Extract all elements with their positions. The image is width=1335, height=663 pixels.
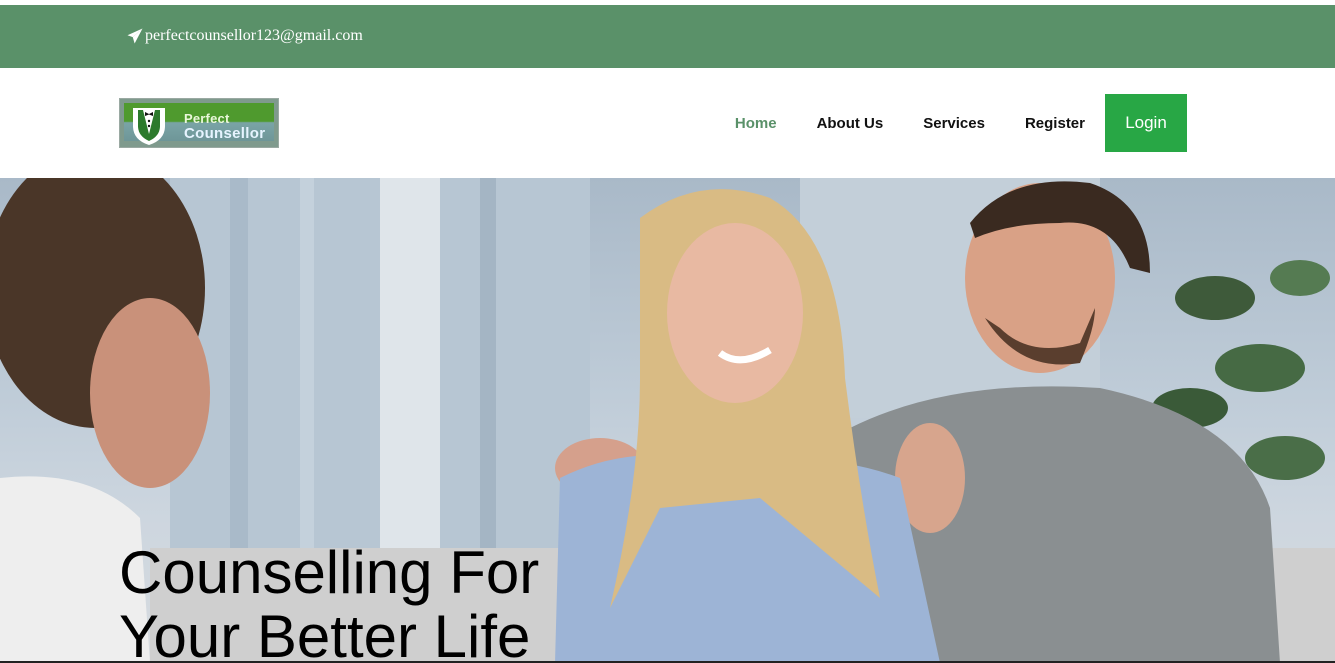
hero-heading: Counselling For Your Better Life <box>119 541 539 663</box>
paper-plane-icon <box>127 28 143 44</box>
nav-link-register[interactable]: Register <box>1025 115 1085 132</box>
nav-link-services[interactable]: Services <box>923 115 985 132</box>
nav-link-about-us[interactable]: About Us <box>817 115 884 132</box>
site-logo[interactable]: Perfect Counsellor <box>119 98 279 148</box>
logo-panel: Perfect Counsellor <box>124 103 274 145</box>
hero-heading-line2: Your Better Life <box>119 603 531 663</box>
primary-nav: Home About Us Services Register Login <box>735 94 1227 152</box>
logo-text-line1: Perfect <box>184 111 230 126</box>
email-contact[interactable]: perfectcounsellor123@gmail.com <box>126 25 363 47</box>
nav-link-home[interactable]: Home <box>735 115 777 132</box>
main-navbar: Perfect Counsellor Home About Us Service… <box>0 68 1335 178</box>
hero-banner: Counselling For Your Better Life <box>0 178 1335 663</box>
email-text: perfectcounsellor123@gmail.com <box>145 27 363 44</box>
contact-bar: perfectcounsellor123@gmail.com <box>0 5 1335 68</box>
tuxedo-shield-icon <box>133 108 165 145</box>
login-button[interactable]: Login <box>1105 94 1187 152</box>
logo-text-line2: Counsellor <box>184 125 266 142</box>
hero-heading-line1: Counselling For <box>119 539 540 606</box>
